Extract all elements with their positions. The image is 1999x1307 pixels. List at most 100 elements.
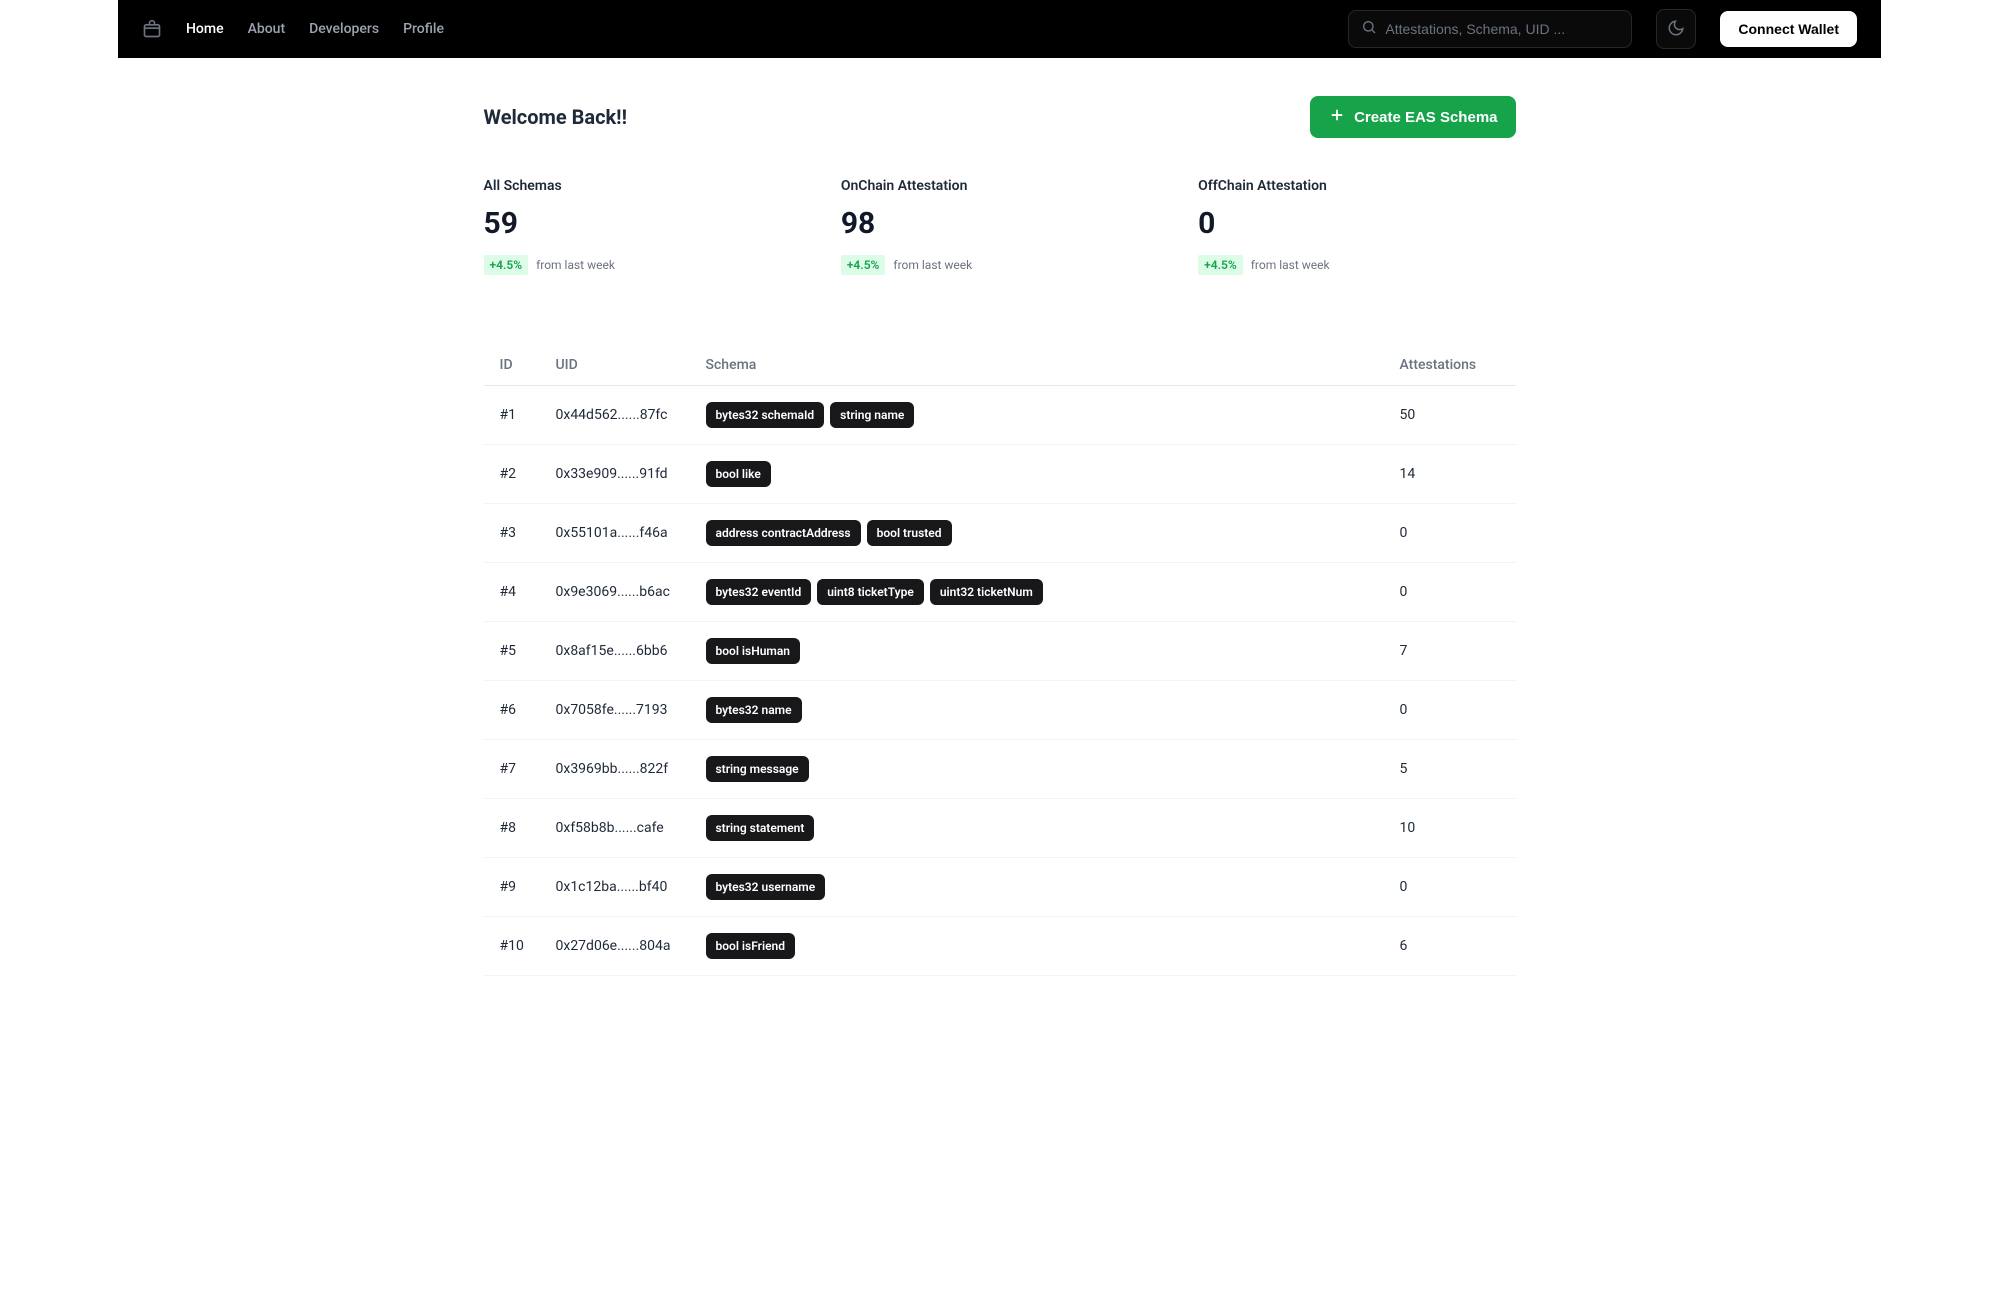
cell-schema: bytes32 schemaIdstring name bbox=[706, 402, 1400, 428]
cell-id: #3 bbox=[500, 525, 556, 541]
cell-schema: bool like bbox=[706, 461, 1400, 487]
cell-attestations: 10 bbox=[1400, 820, 1500, 836]
stat-subtext: from last week bbox=[893, 258, 972, 272]
stat-value: 98 bbox=[841, 206, 1158, 241]
schema-tag: bytes32 username bbox=[706, 874, 826, 900]
page-title: Welcome Back!! bbox=[484, 105, 628, 129]
stat-value: 0 bbox=[1198, 206, 1515, 241]
cell-id: #9 bbox=[500, 879, 556, 895]
cell-uid: 0x9e3069......b6ac bbox=[556, 584, 706, 600]
table-row[interactable]: #8 0xf58b8b......cafe string statement 1… bbox=[484, 799, 1516, 858]
stat-card: All Schemas 59 +4.5% from last week bbox=[484, 178, 801, 275]
nav-item-about[interactable]: About bbox=[248, 21, 286, 37]
cell-schema: bytes32 name bbox=[706, 697, 1400, 723]
table-row[interactable]: #10 0x27d06e......804a bool isFriend 6 bbox=[484, 917, 1516, 976]
schema-tag: string message bbox=[706, 756, 809, 782]
cell-schema: string statement bbox=[706, 815, 1400, 841]
stat-subtext: from last week bbox=[1251, 258, 1330, 272]
create-schema-button[interactable]: Create EAS Schema bbox=[1310, 96, 1515, 138]
table-row[interactable]: #9 0x1c12ba......bf40 bytes32 username 0 bbox=[484, 858, 1516, 917]
table-row[interactable]: #7 0x3969bb......822f string message 5 bbox=[484, 740, 1516, 799]
nav-item-profile[interactable]: Profile bbox=[403, 21, 444, 37]
cell-schema: bytes32 username bbox=[706, 874, 1400, 900]
cell-uid: 0x3969bb......822f bbox=[556, 761, 706, 777]
cell-attestations: 0 bbox=[1400, 702, 1500, 718]
table-row[interactable]: #4 0x9e3069......b6ac bytes32 eventIduin… bbox=[484, 563, 1516, 622]
stat-change-badge: +4.5% bbox=[841, 255, 886, 275]
connect-wallet-button[interactable]: Connect Wallet bbox=[1720, 11, 1857, 47]
cell-attestations: 5 bbox=[1400, 761, 1500, 777]
stats-row: All Schemas 59 +4.5% from last week OnCh… bbox=[484, 178, 1516, 275]
cell-id: #4 bbox=[500, 584, 556, 600]
stat-label: All Schemas bbox=[484, 178, 801, 194]
stat-card: OffChain Attestation 0 +4.5% from last w… bbox=[1198, 178, 1515, 275]
cell-uid: 0x7058fe......7193 bbox=[556, 702, 706, 718]
cell-id: #6 bbox=[500, 702, 556, 718]
cell-schema: address contractAddressbool trusted bbox=[706, 520, 1400, 546]
schema-tag: address contractAddress bbox=[706, 520, 861, 546]
cell-schema: string message bbox=[706, 756, 1400, 782]
schema-table: ID UID Schema Attestations #1 0x44d562..… bbox=[484, 345, 1516, 976]
cell-uid: 0x1c12ba......bf40 bbox=[556, 879, 706, 895]
logo-icon bbox=[142, 19, 162, 39]
cell-schema: bool isHuman bbox=[706, 638, 1400, 664]
stat-change-badge: +4.5% bbox=[484, 255, 529, 275]
schema-tag: bytes32 schemaId bbox=[706, 402, 825, 428]
th-uid: UID bbox=[556, 357, 706, 373]
cell-schema: bool isFriend bbox=[706, 933, 1400, 959]
schema-tag: string name bbox=[830, 402, 914, 428]
cell-attestations: 0 bbox=[1400, 584, 1500, 600]
cell-attestations: 0 bbox=[1400, 525, 1500, 541]
cell-uid: 0x27d06e......804a bbox=[556, 938, 706, 954]
search-box[interactable] bbox=[1348, 10, 1632, 48]
create-schema-label: Create EAS Schema bbox=[1354, 109, 1497, 126]
schema-tag: bool isFriend bbox=[706, 933, 796, 959]
stat-label: OnChain Attestation bbox=[841, 178, 1158, 194]
nav-item-developers[interactable]: Developers bbox=[309, 21, 379, 37]
topbar: Home About Developers Profile Connect Walle… bbox=[118, 0, 1881, 58]
cell-uid: 0x44d562......87fc bbox=[556, 407, 706, 423]
th-schema: Schema bbox=[706, 357, 1400, 373]
cell-uid: 0xf58b8b......cafe bbox=[556, 820, 706, 836]
table-row[interactable]: #1 0x44d562......87fc bytes32 schemaIdst… bbox=[484, 386, 1516, 445]
schema-tag: uint8 ticketType bbox=[817, 579, 924, 605]
cell-id: #10 bbox=[500, 938, 556, 954]
schema-tag: bool like bbox=[706, 461, 771, 487]
cell-attestations: 14 bbox=[1400, 466, 1500, 482]
welcome-row: Welcome Back!! Create EAS Schema bbox=[484, 96, 1516, 138]
stat-value: 59 bbox=[484, 206, 801, 241]
cell-attestations: 7 bbox=[1400, 643, 1500, 659]
cell-id: #7 bbox=[500, 761, 556, 777]
cell-uid: 0x8af15e......6bb6 bbox=[556, 643, 706, 659]
cell-attestations: 6 bbox=[1400, 938, 1500, 954]
main-nav: Home About Developers Profile bbox=[186, 21, 444, 37]
schema-tag: bool trusted bbox=[867, 520, 952, 546]
cell-attestations: 0 bbox=[1400, 879, 1500, 895]
table-row[interactable]: #2 0x33e909......91fd bool like 14 bbox=[484, 445, 1516, 504]
theme-toggle-button[interactable] bbox=[1656, 9, 1696, 49]
stat-card: OnChain Attestation 98 +4.5% from last w… bbox=[841, 178, 1158, 275]
stat-subtext: from last week bbox=[536, 258, 615, 272]
plus-icon bbox=[1328, 106, 1346, 128]
schema-tag: bool isHuman bbox=[706, 638, 800, 664]
stat-label: OffChain Attestation bbox=[1198, 178, 1515, 194]
search-input[interactable] bbox=[1385, 21, 1619, 37]
schema-tag: bytes32 name bbox=[706, 697, 802, 723]
moon-icon bbox=[1667, 19, 1685, 40]
th-attestations: Attestations bbox=[1400, 357, 1500, 373]
stat-change-badge: +4.5% bbox=[1198, 255, 1243, 275]
cell-id: #8 bbox=[500, 820, 556, 836]
nav-item-home[interactable]: Home bbox=[186, 21, 224, 37]
cell-attestations: 50 bbox=[1400, 407, 1500, 423]
table-row[interactable]: #5 0x8af15e......6bb6 bool isHuman 7 bbox=[484, 622, 1516, 681]
table-header: ID UID Schema Attestations bbox=[484, 345, 1516, 386]
cell-id: #5 bbox=[500, 643, 556, 659]
cell-id: #2 bbox=[500, 466, 556, 482]
schema-tag: string statement bbox=[706, 815, 815, 841]
table-row[interactable]: #6 0x7058fe......7193 bytes32 name 0 bbox=[484, 681, 1516, 740]
th-id: ID bbox=[500, 357, 556, 373]
schema-tag: uint32 ticketNum bbox=[930, 579, 1043, 605]
cell-id: #1 bbox=[500, 407, 556, 423]
cell-uid: 0x33e909......91fd bbox=[556, 466, 706, 482]
table-row[interactable]: #3 0x55101a......f46a address contractAd… bbox=[484, 504, 1516, 563]
